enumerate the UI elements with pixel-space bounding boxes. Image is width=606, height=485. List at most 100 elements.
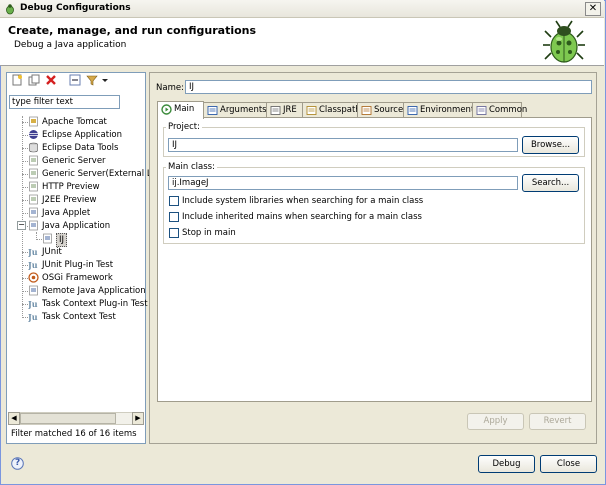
svg-text:Ju: Ju [28, 247, 38, 257]
new-config-icon[interactable] [11, 74, 23, 86]
stop-in-main-label: Stop in main [182, 228, 236, 238]
tree-connector [22, 116, 23, 316]
tab-arguments[interactable]: Arguments [203, 102, 267, 118]
header-banner: Create, manage, and run configurations D… [0, 18, 604, 66]
tree-item-label: Eclipse Application [42, 130, 123, 140]
tree-item-label: Generic Server [42, 156, 106, 166]
close-window-button[interactable]: ✕ [585, 2, 601, 16]
banner-title: Create, manage, and run configurations [8, 24, 257, 37]
include-system-libraries-label: Include system libraries when searching … [182, 196, 424, 206]
eclipse-icon [29, 130, 38, 139]
svg-text:Ju: Ju [28, 299, 38, 309]
tree-item-label: HTTP Preview [42, 182, 100, 192]
tree-item-label: Eclipse Data Tools [42, 143, 119, 153]
tree-item-label: Task Context Test [42, 312, 116, 322]
main-class-field[interactable]: ij.ImageJ [168, 176, 518, 190]
duplicate-config-icon[interactable] [28, 74, 40, 86]
svg-text:Ju: Ju [28, 312, 38, 322]
tab-classpath[interactable]: Classpath [302, 102, 361, 118]
browse-button[interactable]: Browse... [522, 136, 579, 154]
tab-environment[interactable]: Environment [403, 102, 475, 118]
include-inherited-mains-checkbox[interactable] [169, 212, 179, 222]
chevron-down-icon[interactable] [101, 74, 109, 86]
junit-icon: Ju [28, 260, 38, 270]
arguments-tab-icon [207, 106, 218, 115]
tree-item-label: JUnit Plug-in Test [42, 260, 114, 270]
scroll-left-button[interactable]: ◀ [8, 412, 20, 425]
filter-status: Filter matched 16 of 16 items [11, 429, 137, 439]
tree-item-label: IJ [56, 233, 68, 247]
main-class-label: Main class: [166, 162, 217, 172]
tree-item-label: Task Context Plug-in Test [42, 299, 148, 309]
bug-logo-icon [543, 20, 585, 63]
include-inherited-mains-label: Include inherited mains when searching f… [182, 212, 422, 222]
tree-item-label: JUnit [42, 247, 62, 257]
tab-label: Environment [420, 105, 475, 115]
tab-label: Common [489, 105, 528, 115]
svg-text:Ju: Ju [28, 260, 38, 270]
junit-icon: Ju [28, 312, 38, 322]
apply-button[interactable]: Apply [467, 413, 524, 430]
tree-item-label: Remote Java Application [42, 286, 146, 296]
stop-in-main-checkbox[interactable] [169, 228, 179, 238]
search-button[interactable]: Search... [522, 174, 579, 192]
project-label: Project: [166, 122, 202, 132]
name-field[interactable]: IJ [185, 80, 592, 94]
window-title: Debug Configurations [20, 3, 131, 13]
project-field[interactable]: IJ [168, 138, 518, 152]
name-label: Name: [156, 83, 184, 93]
tree-item-label: Java Application [42, 221, 111, 231]
tab-common[interactable]: Common [472, 102, 527, 118]
tomcat-icon [29, 116, 38, 127]
classpath-tab-icon [306, 106, 317, 115]
collapse-toggle[interactable]: − [17, 221, 26, 230]
environment-tab-icon [407, 106, 418, 115]
tab-source[interactable]: Source [357, 102, 404, 118]
source-tab-icon [361, 106, 372, 115]
tab-main[interactable]: Main [157, 101, 204, 119]
tree-item-label: J2EE Preview [42, 195, 97, 205]
tab-label: Source [374, 105, 404, 115]
filter-config-icon[interactable] [86, 74, 98, 86]
tab-label: Arguments [220, 105, 267, 115]
junit-icon: Ju [28, 247, 38, 257]
scroll-right-icon: ▶ [135, 414, 141, 422]
collapse-all-icon[interactable] [69, 74, 81, 86]
server-icon [29, 194, 38, 205]
tab-jre[interactable]: JRE [266, 102, 303, 118]
help-glyph: ? [15, 458, 21, 468]
server-icon [29, 181, 38, 192]
main-tab-panel [157, 117, 592, 402]
title-bar: Debug Configurations ✕ [0, 0, 604, 18]
debug-bug-icon [6, 4, 14, 15]
close-icon: ✕ [588, 3, 598, 14]
delete-config-icon[interactable] [45, 74, 57, 86]
scroll-right-button[interactable]: ▶ [132, 412, 144, 425]
scrollbar-thumb[interactable] [20, 413, 116, 424]
banner-subtitle: Debug a Java application [14, 40, 127, 50]
main-tab-icon [161, 104, 172, 115]
applet-icon [29, 207, 38, 218]
debug-button[interactable]: Debug [478, 455, 535, 473]
scroll-left-icon: ◀ [11, 414, 17, 422]
tab-label: Main [174, 104, 195, 114]
include-system-libraries-checkbox[interactable] [169, 196, 179, 206]
tab-label: Classpath [319, 105, 361, 115]
java-config-icon [43, 233, 52, 244]
close-button[interactable]: Close [540, 455, 597, 473]
osgi-icon [28, 272, 39, 283]
minus-icon: − [18, 220, 25, 229]
tree-item-label: Apache Tomcat [42, 117, 107, 127]
junit-icon: Ju [28, 299, 38, 309]
common-tab-icon [476, 106, 487, 115]
tree-item-label: OSGi Framework [42, 273, 113, 283]
tree-item-label: Java Applet [42, 208, 91, 218]
revert-button[interactable]: Revert [529, 413, 586, 430]
jre-tab-icon [270, 106, 281, 115]
tab-label: JRE [283, 105, 297, 115]
remote-icon [29, 285, 38, 296]
tree-item-label: Generic Server(External La [42, 169, 157, 179]
java-app-icon [29, 220, 38, 231]
filter-input[interactable] [9, 95, 120, 109]
database-icon [29, 142, 38, 153]
